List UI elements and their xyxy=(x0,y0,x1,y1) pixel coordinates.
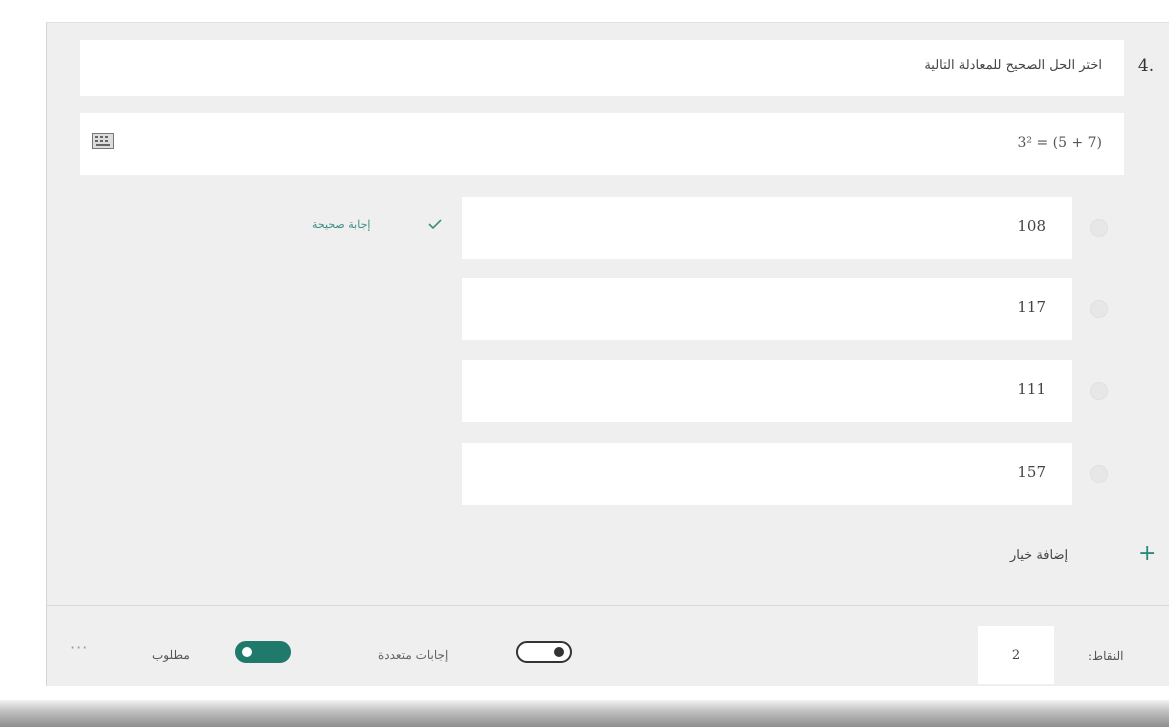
option-row: 111 xyxy=(462,360,1124,422)
option-text: 108 xyxy=(1017,217,1046,235)
correct-answer-label[interactable]: إجابة صحيحة xyxy=(312,218,370,231)
multiple-answers-toggle[interactable] xyxy=(516,641,572,663)
keyboard-icon[interactable] xyxy=(92,133,114,149)
add-choice-button[interactable]: إضافة خيار xyxy=(1010,548,1068,563)
equation-field[interactable]: 3² = (5 + 7) xyxy=(80,113,1124,175)
toggle-knob xyxy=(554,647,564,657)
required-label: مطلوب xyxy=(152,648,190,662)
question-number: 4. xyxy=(1137,56,1155,76)
option-radio[interactable] xyxy=(1090,382,1108,400)
points-label: النقاط: xyxy=(1088,649,1124,663)
window-shadow xyxy=(0,700,1169,727)
option-text: 111 xyxy=(1017,380,1046,398)
question-title: اختر الحل الصحيح للمعادلة التالية xyxy=(924,58,1102,73)
plus-icon[interactable]: + xyxy=(1138,543,1156,565)
required-toggle[interactable] xyxy=(235,641,291,663)
option-field[interactable]: 111 xyxy=(462,360,1072,422)
more-options-icon[interactable]: ··· xyxy=(70,638,88,657)
option-field[interactable]: 108 xyxy=(462,197,1072,259)
footer-divider xyxy=(46,605,1169,606)
question-title-field[interactable]: اختر الحل الصحيح للمعادلة التالية xyxy=(80,40,1124,96)
option-text: 117 xyxy=(1017,298,1046,316)
toggle-knob xyxy=(242,647,252,657)
option-field[interactable]: 157 xyxy=(462,443,1072,505)
checkmark-icon xyxy=(428,219,442,230)
option-field[interactable]: 117 xyxy=(462,278,1072,340)
option-row: 108 xyxy=(462,197,1124,259)
points-input[interactable]: 2 xyxy=(978,626,1054,684)
option-radio[interactable] xyxy=(1090,300,1108,318)
option-row: 117 xyxy=(462,278,1124,340)
option-text: 157 xyxy=(1017,463,1046,481)
option-radio[interactable] xyxy=(1090,219,1108,237)
option-radio[interactable] xyxy=(1090,465,1108,483)
option-row: 157 xyxy=(462,443,1124,505)
multiple-answers-label: إجابات متعددة xyxy=(378,648,449,662)
equation-text: 3² = (5 + 7) xyxy=(1017,135,1102,151)
points-value: 2 xyxy=(1011,648,1021,663)
